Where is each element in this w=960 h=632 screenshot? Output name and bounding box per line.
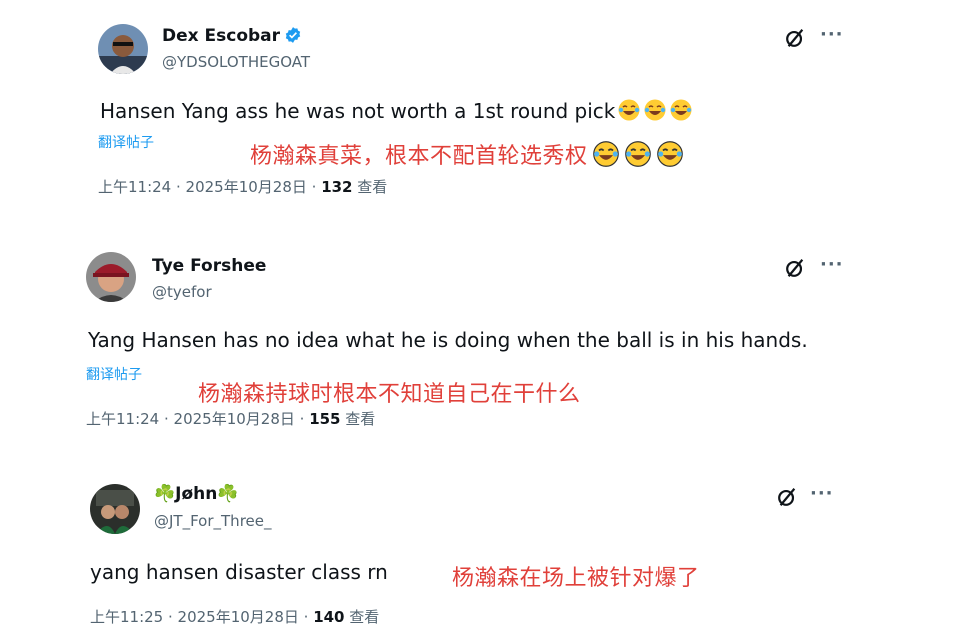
more-options-icon[interactable]: ···: [810, 483, 834, 504]
grok-icon[interactable]: [776, 486, 798, 508]
author-name[interactable]: Tye Forshee: [152, 256, 266, 276]
views-label: 查看: [352, 178, 388, 196]
face-with-tears-of-joy-icon: [624, 141, 651, 167]
avatar[interactable]: [98, 24, 148, 74]
view-count: 132: [321, 178, 353, 196]
author-name[interactable]: ☘️Jøhn☘️: [154, 484, 239, 504]
verified-badge-icon: [285, 27, 301, 43]
tweet-text: Hansen Yang ass he was not worth a 1st r…: [100, 98, 693, 123]
timestamp[interactable]: 上午11:24 · 2025年10月28日 ·: [98, 178, 321, 196]
tweet-text: yang hansen disaster class rn: [90, 560, 388, 584]
view-count: 155: [309, 410, 341, 428]
chinese-caption: 杨瀚森真菜，根本不配首轮选秀权: [250, 138, 684, 170]
timestamp[interactable]: 上午11:24 · 2025年10月28日 ·: [86, 410, 309, 428]
more-options-icon[interactable]: ···: [820, 254, 844, 275]
grok-icon[interactable]: [784, 27, 806, 49]
face-with-tears-of-joy-icon: [656, 141, 683, 167]
views-label: 查看: [340, 410, 376, 428]
grok-icon[interactable]: [784, 257, 806, 279]
tweet-2[interactable]: Tye Forshee @tyefor ··· Yang Hansen has …: [0, 210, 960, 440]
face-with-tears-of-joy-icon: [644, 99, 666, 121]
shamrock-icon: ☘️: [217, 484, 239, 504]
translate-post-link[interactable]: 翻译帖子: [86, 364, 142, 384]
avatar[interactable]: [90, 484, 140, 534]
face-with-tears-of-joy-icon: [670, 99, 692, 121]
tweet-3[interactable]: ☘️Jøhn☘️ @JT_For_Three_ ··· yang hansen …: [0, 440, 960, 632]
chinese-caption: 杨瀚森持球时根本不知道自己在干什么: [198, 382, 581, 407]
translate-post-link[interactable]: 翻译帖子: [98, 132, 154, 152]
tweet-1[interactable]: Dex Escobar @YDSOLOTHEGOAT ··· Hansen Ya…: [0, 0, 960, 210]
tweet-text: Yang Hansen has no idea what he is doing…: [88, 328, 808, 352]
author-handle[interactable]: @JT_For_Three_: [154, 512, 272, 530]
chinese-caption: 杨瀚森在场上被针对爆了: [452, 566, 700, 591]
tweet-meta: 上午11:25 · 2025年10月28日 · 140 查看: [90, 606, 379, 627]
shamrock-icon: ☘️: [154, 484, 176, 504]
timestamp[interactable]: 上午11:25 · 2025年10月28日 ·: [90, 608, 313, 626]
face-with-tears-of-joy-icon: [592, 141, 619, 167]
face-with-tears-of-joy-icon: [618, 99, 640, 121]
more-options-icon[interactable]: ···: [820, 24, 844, 45]
tweet-meta: 上午11:24 · 2025年10月28日 · 132 查看: [98, 176, 387, 197]
tweet-meta: 上午11:24 · 2025年10月28日 · 155 查看: [86, 408, 375, 429]
views-label: 查看: [344, 608, 380, 626]
author-name[interactable]: Dex Escobar: [162, 26, 302, 46]
avatar[interactable]: [86, 252, 136, 302]
author-handle[interactable]: @tyefor: [152, 283, 212, 301]
author-handle[interactable]: @YDSOLOTHEGOAT: [162, 53, 310, 71]
view-count: 140: [313, 608, 345, 626]
